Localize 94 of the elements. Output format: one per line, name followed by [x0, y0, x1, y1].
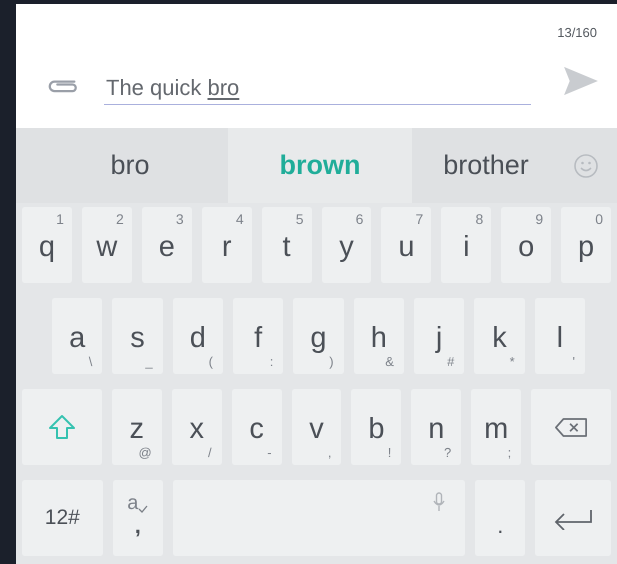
key[interactable]: / x — [172, 389, 222, 465]
key[interactable]: 0 p — [561, 207, 612, 283]
key[interactable]: 3 e — [142, 207, 192, 283]
emoji-icon[interactable] — [573, 152, 599, 178]
shift-icon[interactable] — [46, 413, 77, 441]
key-label: m — [484, 412, 508, 446]
key-hint: ! — [388, 445, 392, 460]
key-label: f — [254, 322, 262, 354]
key[interactable]: 5 t — [262, 207, 312, 283]
key[interactable]: # j — [414, 298, 464, 374]
key-label: d — [190, 322, 206, 354]
key-label: u — [398, 230, 414, 264]
key-label: , — [134, 514, 141, 536]
key-hint: 5 — [296, 211, 304, 227]
key[interactable]: & h — [354, 298, 404, 374]
key-label: z — [130, 412, 144, 446]
key[interactable]: 1 q — [22, 207, 72, 283]
key-label: w — [96, 230, 118, 264]
suggestion[interactable]: brother — [412, 128, 560, 203]
key[interactable]: * k — [474, 298, 525, 374]
key[interactable]: @ z — [112, 389, 162, 465]
key-hint: * — [510, 354, 515, 369]
key-hint: 0 — [595, 211, 604, 227]
key-label: t — [282, 230, 291, 264]
key-label: y — [339, 230, 354, 264]
key-hint: ( — [208, 354, 213, 369]
key-hint: 6 — [356, 211, 364, 227]
key-label: s — [130, 322, 145, 354]
key-hint: 7 — [416, 211, 424, 227]
key-label: o — [518, 230, 534, 264]
key-label: e — [158, 230, 175, 264]
key-hint: 8 — [475, 211, 484, 227]
key-hint: _ — [145, 354, 153, 369]
key-label: q — [38, 230, 56, 264]
key[interactable]: ) g — [293, 298, 344, 374]
key-label: v — [309, 412, 324, 446]
key-label: k — [492, 322, 507, 354]
key[interactable]: 6 y — [322, 207, 372, 283]
key[interactable]: : f — [232, 298, 284, 374]
key-hint: # — [447, 354, 454, 369]
key-label: h — [370, 322, 387, 354]
key-label: i — [463, 230, 470, 264]
key-hint: 9 — [535, 211, 544, 227]
key[interactable]: 7 u — [381, 207, 432, 283]
comma-key[interactable]: a , — [112, 480, 163, 556]
key[interactable]: ( d — [172, 298, 223, 374]
key[interactable]: ! b — [351, 389, 402, 465]
key-hint: ; — [508, 445, 512, 460]
check-icon — [138, 504, 148, 512]
symbols-key[interactable]: 12# — [22, 480, 103, 556]
microphone-icon — [433, 492, 446, 512]
key-hint: @ — [138, 445, 152, 460]
key-hint: : — [270, 354, 274, 369]
period-key[interactable]: . — [475, 480, 526, 556]
message-input[interactable]: The quick bro — [104, 69, 531, 105]
backspace-icon[interactable] — [554, 416, 588, 438]
key-label: x — [189, 412, 204, 446]
key[interactable]: 9 o — [501, 207, 552, 283]
key[interactable]: _ s — [112, 298, 163, 374]
character-counter: 13/160 — [557, 25, 597, 42]
key-label: a — [69, 322, 86, 354]
key-label: b — [368, 412, 384, 446]
key-label: j — [436, 322, 442, 354]
key-label: n — [428, 412, 444, 446]
send-icon[interactable] — [562, 65, 600, 97]
suggestion[interactable]: bro — [16, 128, 228, 203]
key-hint: 3 — [176, 211, 184, 227]
key-hint: 1 — [56, 211, 64, 227]
key-hint: \ — [88, 354, 92, 369]
key-label: g — [310, 322, 327, 354]
space-key[interactable] — [172, 480, 466, 556]
key-hint: ' — [572, 354, 575, 369]
key-label: l — [556, 322, 564, 354]
key-hint: , — [328, 445, 332, 460]
key-hint: a — [127, 492, 138, 514]
key-hint: / — [208, 445, 212, 460]
key[interactable]: , v — [292, 389, 342, 465]
key-hint: ? — [444, 445, 452, 460]
key[interactable]: ' l — [534, 298, 585, 374]
key-label: r — [222, 230, 232, 264]
key-hint: 2 — [116, 211, 124, 227]
key-hint: - — [267, 445, 272, 460]
key[interactable]: - c — [232, 389, 282, 465]
key[interactable]: 8 i — [441, 207, 492, 283]
key-hint: ) — [329, 354, 334, 369]
key-hint: & — [385, 354, 394, 369]
key[interactable]: 2 w — [82, 207, 132, 283]
key-hint: 4 — [236, 211, 244, 227]
key[interactable]: \ a — [52, 298, 102, 374]
key[interactable]: ? n — [411, 389, 462, 465]
key-label: p — [578, 230, 594, 264]
key[interactable]: ; m — [471, 389, 522, 465]
key[interactable]: 4 r — [202, 207, 252, 283]
key-label: c — [249, 412, 264, 446]
